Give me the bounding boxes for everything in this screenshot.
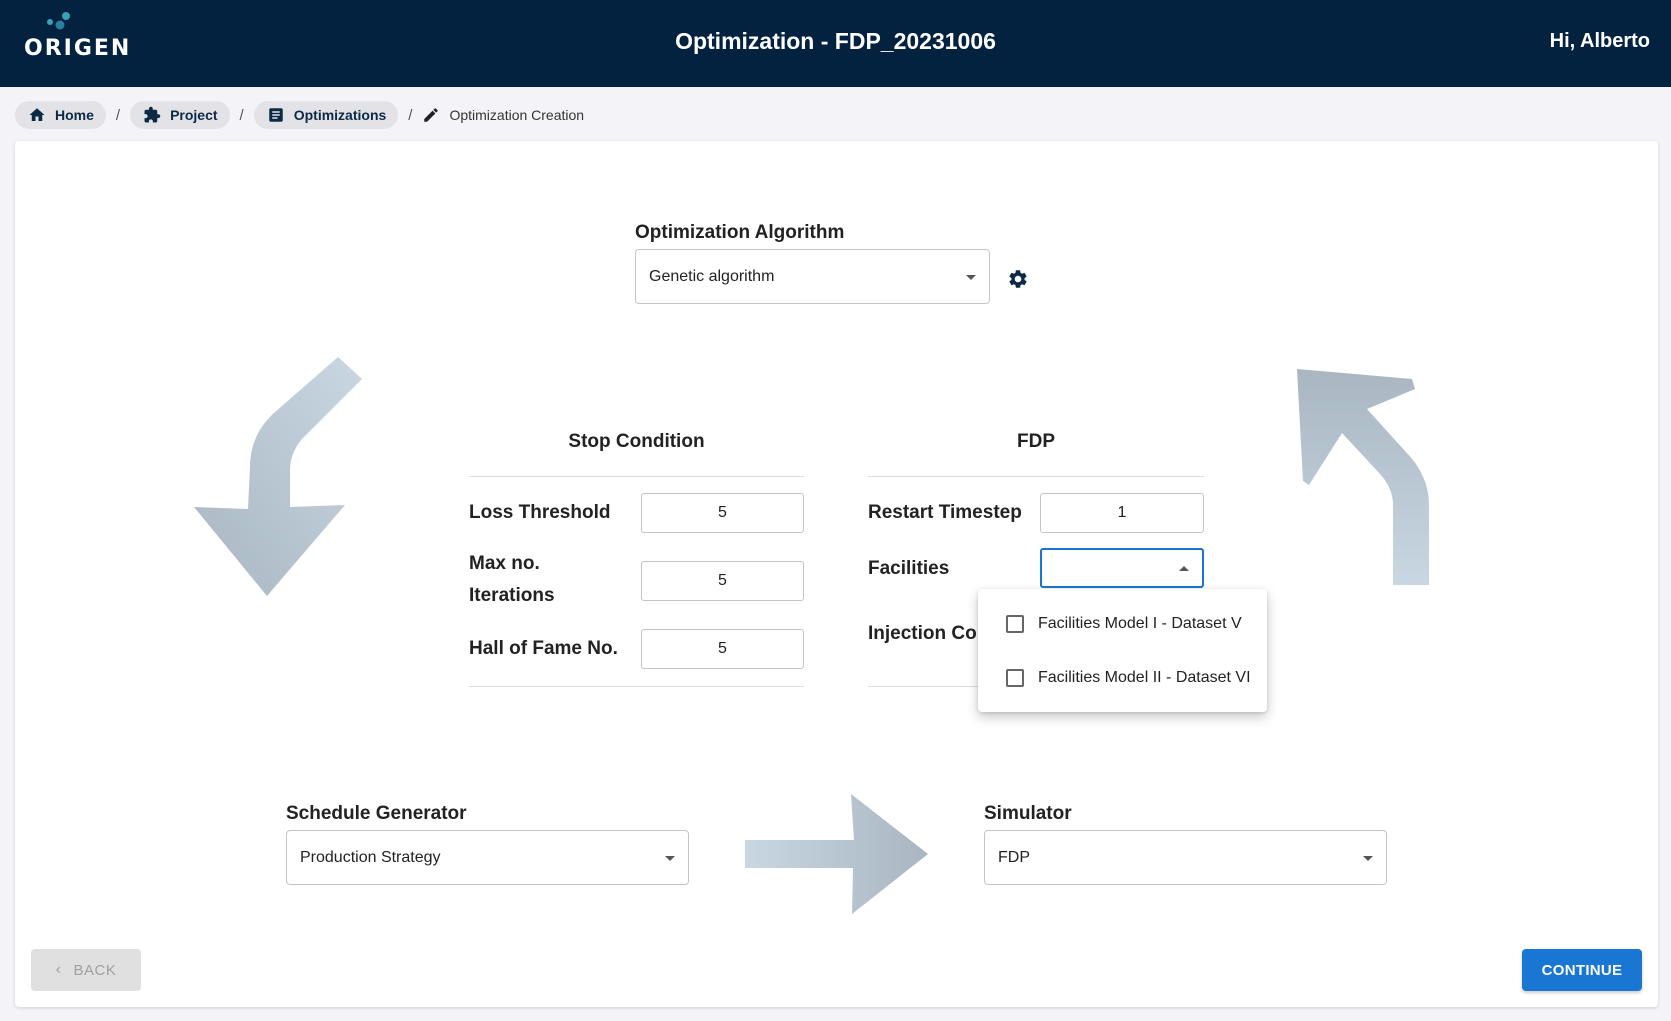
facilities-option-label: Facilities Model II - Dataset VI — [1038, 669, 1251, 686]
hall-of-fame-label: Hall of Fame No. — [469, 638, 618, 659]
simulator-label: Simulator — [984, 803, 1072, 824]
dropdown-caret-icon — [665, 856, 675, 861]
facilities-option[interactable]: Facilities Model I - Dataset V — [978, 597, 1267, 651]
gear-icon — [1009, 270, 1027, 288]
breadcrumb-separator: / — [239, 106, 244, 124]
app-header: ORIGEN Optimization - FDP_20231006 Hi, A… — [0, 0, 1671, 87]
up-left-arrow-icon — [1297, 369, 1429, 585]
restart-timestep-label: Restart Timestep — [868, 502, 1022, 523]
max-iterations-input[interactable]: 5 — [641, 561, 804, 601]
checkbox-unchecked-icon[interactable] — [1006, 615, 1024, 633]
dropdown-caret-up-icon — [1179, 566, 1189, 571]
hall-of-fame-input[interactable]: 5 — [641, 629, 804, 669]
divider — [469, 476, 804, 477]
loss-threshold-input[interactable]: 5 — [641, 493, 804, 533]
chevron-left-icon: ‹ — [55, 961, 62, 978]
dropdown-caret-icon — [966, 275, 976, 280]
facilities-option[interactable]: Facilities Model II - Dataset VI — [978, 651, 1267, 705]
puzzle-icon — [144, 106, 161, 123]
breadcrumb-current-label: Optimization Creation — [449, 107, 585, 123]
max-iterations-label-line1: Max no. — [469, 553, 540, 574]
divider — [868, 686, 978, 687]
breadcrumb: Home / Project / Optimizations / Optimiz… — [15, 101, 584, 129]
divider — [469, 686, 804, 687]
max-iterations-label: Max no. Iterations — [469, 548, 555, 612]
schedule-generator-select[interactable]: Production Strategy — [286, 830, 689, 885]
back-button[interactable]: ‹ BACK — [31, 949, 141, 991]
facilities-select[interactable] — [1040, 548, 1204, 588]
schedule-generator-label: Schedule Generator — [286, 803, 467, 824]
divider — [868, 476, 1204, 477]
simulator-value: FDP — [998, 848, 1030, 866]
facilities-dropdown-menu: Facilities Model I - Dataset V Facilitie… — [978, 589, 1267, 712]
algorithm-select-value: Genetic algorithm — [649, 267, 775, 285]
user-greeting[interactable]: Hi, Alberto — [1550, 30, 1650, 53]
algorithm-label: Optimization Algorithm — [635, 222, 845, 243]
algorithm-settings-button[interactable] — [1007, 268, 1029, 290]
breadcrumb-separator: / — [408, 106, 413, 124]
algorithm-select[interactable]: Genetic algorithm — [635, 249, 990, 304]
breadcrumb-home[interactable]: Home — [15, 101, 106, 129]
fdp-title: FDP — [1017, 431, 1055, 452]
simulator-select[interactable]: FDP — [984, 830, 1387, 885]
breadcrumb-optimizations[interactable]: Optimizations — [253, 101, 399, 129]
checkbox-unchecked-icon[interactable] — [1006, 669, 1024, 687]
page-title: Optimization - FDP_20231006 — [675, 28, 996, 54]
breadcrumb-home-label: Home — [55, 107, 94, 123]
continue-button[interactable]: CONTINUE — [1522, 949, 1642, 991]
breadcrumb-separator: / — [115, 106, 121, 124]
injection-label: Injection Co — [868, 623, 977, 644]
restart-timestep-input[interactable]: 1 — [1040, 493, 1204, 533]
loss-threshold-label: Loss Threshold — [469, 502, 611, 523]
document-icon — [268, 108, 283, 122]
breadcrumb-optimizations-label: Optimizations — [293, 107, 387, 123]
schedule-generator-value: Production Strategy — [300, 848, 441, 866]
stop-condition-title: Stop Condition — [568, 431, 705, 452]
pencil-icon — [424, 108, 439, 122]
down-left-arrow-icon — [194, 357, 362, 596]
breadcrumb-current: Optimization Creation — [422, 106, 584, 124]
breadcrumb-project[interactable]: Project — [130, 101, 230, 129]
back-button-label: BACK — [73, 961, 117, 979]
home-icon — [29, 108, 45, 121]
right-arrow-icon — [745, 794, 928, 914]
dropdown-caret-icon — [1363, 856, 1373, 861]
continue-button-label: CONTINUE — [1541, 961, 1623, 979]
facilities-label: Facilities — [868, 558, 950, 579]
max-iterations-label-line2: Iterations — [469, 585, 555, 606]
facilities-option-label: Facilities Model I - Dataset V — [1038, 615, 1242, 632]
breadcrumb-project-label: Project — [170, 107, 218, 123]
